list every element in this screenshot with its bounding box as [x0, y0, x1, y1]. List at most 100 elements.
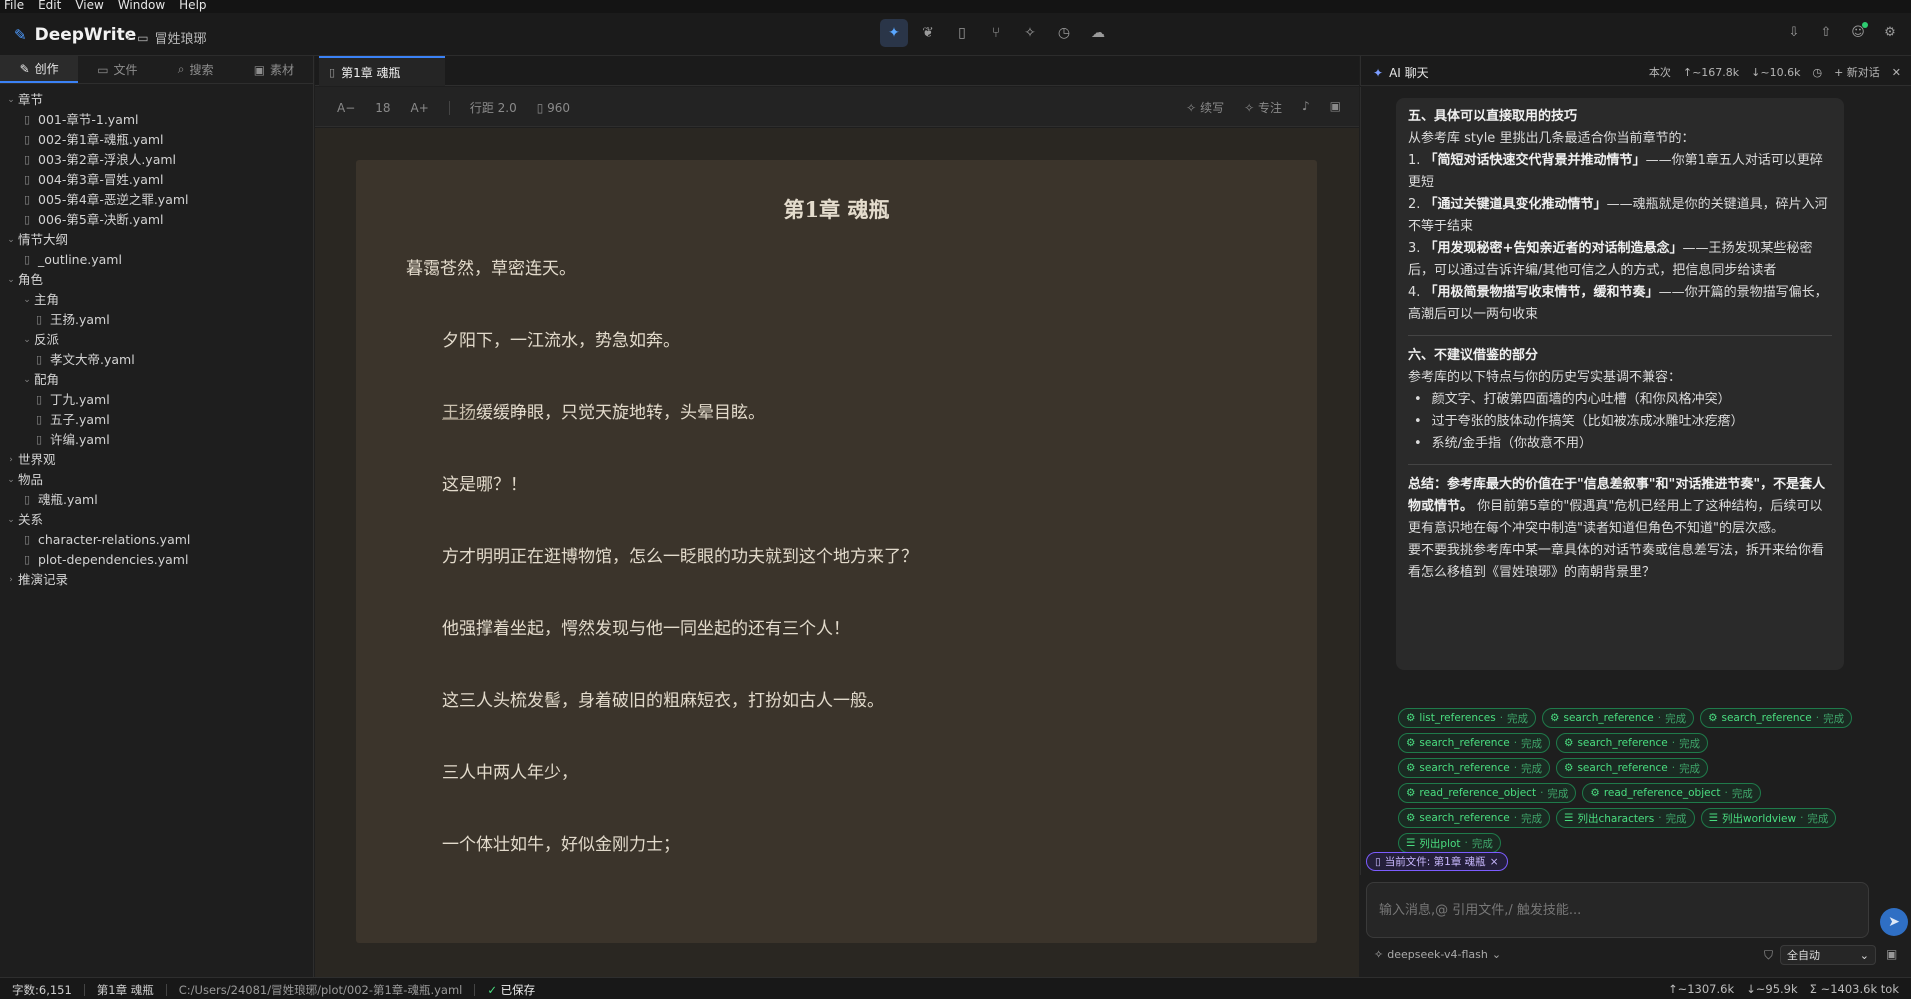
model-selector[interactable]: ✧ deepseek-v4-flash ⌄ [1374, 948, 1501, 961]
tool-call-chip[interactable]: ⚙ read_reference_object · 完成 [1582, 783, 1761, 803]
tab-label: 素材 [270, 63, 295, 77]
menu-help[interactable]: Help [179, 0, 206, 13]
editor-tab-bar: ▯ 第1章 魂瓶 [315, 56, 1359, 86]
line-height-button[interactable]: 行距 2.0 [470, 99, 517, 116]
tree-file[interactable]: ▯ 001-章节-1.yaml [0, 110, 313, 130]
tool-call-chip[interactable]: ⚙ search_reference · 完成 [1542, 708, 1695, 728]
document-page[interactable]: 第1章 魂瓶 暮霭苍然，草密连天。 夕阳下，一江流水，势急如奔。 王扬缓缓睁眼，… [356, 160, 1317, 943]
editor-tab-active[interactable]: ▯ 第1章 魂瓶 [319, 56, 445, 86]
tab-materials[interactable]: ▣ 素材 [235, 56, 313, 83]
tree-file[interactable]: ▯ 许编.yaml [0, 430, 313, 450]
gear-icon: ⚙ [1564, 762, 1574, 774]
gear-icon: ⚙ [1406, 712, 1416, 724]
status-left: 字数:6,151 第1章 魂瓶 C:/Users/24081/冒姓琅琊/plot… [12, 982, 535, 998]
history-icon[interactable]: ◷ [1812, 66, 1822, 79]
history-icon[interactable]: ◷ [1050, 19, 1078, 47]
tab-create[interactable]: ✎ 创作 [0, 56, 79, 83]
git-branch-icon[interactable]: ⑂ [982, 19, 1010, 47]
tree-file[interactable]: ▯ 孝文大帝.yaml [0, 350, 313, 370]
wand-icon[interactable]: ✧ [1016, 19, 1044, 47]
separator: · [1800, 812, 1804, 824]
app-brand: ✎ DeepWrite [14, 25, 136, 45]
focus-mode-button[interactable]: ✧ 专注 [1244, 99, 1282, 116]
tree-file[interactable]: ▯ plot-dependencies.yaml [0, 550, 313, 570]
tree-file[interactable]: ▯ 006-第5章-决断.yaml [0, 210, 313, 230]
tool-call-chip[interactable]: ⚙ search_reference · 完成 [1398, 808, 1551, 828]
tool-call-chip[interactable]: ⚙ list_references · 完成 [1398, 708, 1537, 728]
user-icon[interactable]: ☺ [1847, 21, 1869, 43]
menu-window[interactable]: Window [118, 0, 165, 13]
stats-up: ↑~167.8k [1682, 65, 1740, 79]
book-icon: ▭ [137, 30, 149, 45]
close-icon[interactable]: ✕ [1892, 66, 1901, 79]
tool-call-chip[interactable]: ⚙ read_reference_object · 完成 [1398, 783, 1577, 803]
open-book-icon[interactable]: ▯ [948, 19, 976, 47]
tree-file[interactable]: ▯ 004-第3章-冒姓.yaml [0, 170, 313, 190]
tab-search[interactable]: ⌕ 搜索 [157, 56, 235, 83]
tool-call-chip[interactable]: ☰ 列出worldview · 完成 [1700, 808, 1837, 828]
cloud-upload-icon[interactable]: ⇧ [1815, 21, 1837, 43]
tree-label: 五子.yaml [50, 412, 110, 427]
cloud-download-icon[interactable]: ⇩ [1783, 21, 1805, 43]
menu-file[interactable]: File [4, 0, 24, 13]
tree-folder[interactable]: ⌄ 情节大纲 [0, 230, 313, 250]
tree-file[interactable]: ▯ character-relations.yaml [0, 530, 313, 550]
chat-input[interactable] [1367, 883, 1868, 937]
chevron-right-icon: › [9, 575, 13, 585]
character-mention-link[interactable]: 王扬 [442, 403, 476, 423]
separator: · [1724, 787, 1728, 799]
cloud-icon[interactable]: ☁ [1084, 19, 1112, 47]
tool-name: 列出characters [1577, 812, 1655, 825]
image-icon: ▣ [253, 62, 266, 77]
tree-file[interactable]: ▯ _outline.yaml [0, 250, 313, 270]
tool-call-chip[interactable]: ⚙ search_reference · 完成 [1556, 758, 1709, 778]
image-icon[interactable]: ▣ [1886, 947, 1897, 961]
font-decrease-button[interactable]: A− [337, 101, 355, 115]
shield-icon[interactable]: ⛉ [1764, 948, 1773, 963]
tool-call-chip[interactable]: ⚙ search_reference · 完成 [1398, 758, 1551, 778]
tree-file[interactable]: ▯ 丁九.yaml [0, 390, 313, 410]
tool-call-chip[interactable]: ⚙ search_reference · 完成 [1398, 733, 1551, 753]
tool-call-chip[interactable]: ⚙ search_reference · 完成 [1700, 708, 1853, 728]
tree-file[interactable]: ▯ 王扬.yaml [0, 310, 313, 330]
save-icon[interactable]: ▣ [1330, 99, 1341, 116]
tree-folder[interactable]: ⌄ 配角 [0, 370, 313, 390]
font-increase-button[interactable]: A+ [411, 101, 429, 115]
tree-file[interactable]: ▯ 五子.yaml [0, 410, 313, 430]
divider [1408, 464, 1832, 465]
continue-write-button[interactable]: ✧ 续写 [1186, 99, 1224, 116]
close-icon[interactable]: × [1490, 856, 1499, 868]
menu-view[interactable]: View [75, 0, 103, 13]
brain-icon[interactable]: ❦ [914, 19, 942, 47]
tree-file[interactable]: ▯ 魂瓶.yaml [0, 490, 313, 510]
tree-folder[interactable]: ⌄ 反派 [0, 330, 313, 350]
sparkle-icon[interactable]: ✦ [880, 19, 908, 47]
tree-file[interactable]: ▯ 005-第4章-恶逆之罪.yaml [0, 190, 313, 210]
tool-name: search_reference [1563, 712, 1654, 724]
tree-file[interactable]: ▯ 003-第2章-浮浪人.yaml [0, 150, 313, 170]
tree-folder[interactable]: ⌄ 关系 [0, 510, 313, 530]
width-control[interactable]: ▯ 960 [537, 101, 570, 115]
tool-call-chip[interactable]: ☰ 列出plot · 完成 [1398, 833, 1501, 853]
microphone-icon[interactable]: ♪ [1302, 99, 1310, 116]
tree-folder[interactable]: ⌄ 章节 [0, 90, 313, 110]
tree-folder[interactable]: › 世界观 [0, 450, 313, 470]
tool-call-chip[interactable]: ⚙ search_reference · 完成 [1556, 733, 1709, 753]
tool-call-chip[interactable]: ☰ 列出characters · 完成 [1556, 808, 1695, 828]
separator: · [1815, 712, 1820, 724]
tree-folder[interactable]: ⌄ 物品 [0, 470, 313, 490]
tree-file[interactable]: ▯ 002-第1章-魂瓶.yaml [0, 130, 313, 150]
send-button[interactable]: ➤ [1880, 908, 1908, 936]
tree-label: 005-第4章-恶逆之罪.yaml [38, 192, 189, 207]
mode-select[interactable]: 全自动 ⌄ [1780, 945, 1876, 965]
tab-files[interactable]: ▭ 文件 [78, 56, 156, 83]
context-file-chip[interactable]: ▯ 当前文件: 第1章 魂瓶 × [1366, 852, 1508, 871]
tree-folder[interactable]: ⌄ 主角 [0, 290, 313, 310]
project-name[interactable]: 冒姓琅琊 [155, 28, 207, 47]
new-chat-button[interactable]: + 新对话 [1834, 64, 1880, 80]
gear-icon[interactable]: ⚙ [1879, 21, 1901, 43]
chevron-down-icon: ⌄ [7, 95, 15, 105]
tree-folder[interactable]: › 推演记录 [0, 570, 313, 590]
tree-folder[interactable]: ⌄ 角色 [0, 270, 313, 290]
menu-edit[interactable]: Edit [38, 0, 61, 13]
